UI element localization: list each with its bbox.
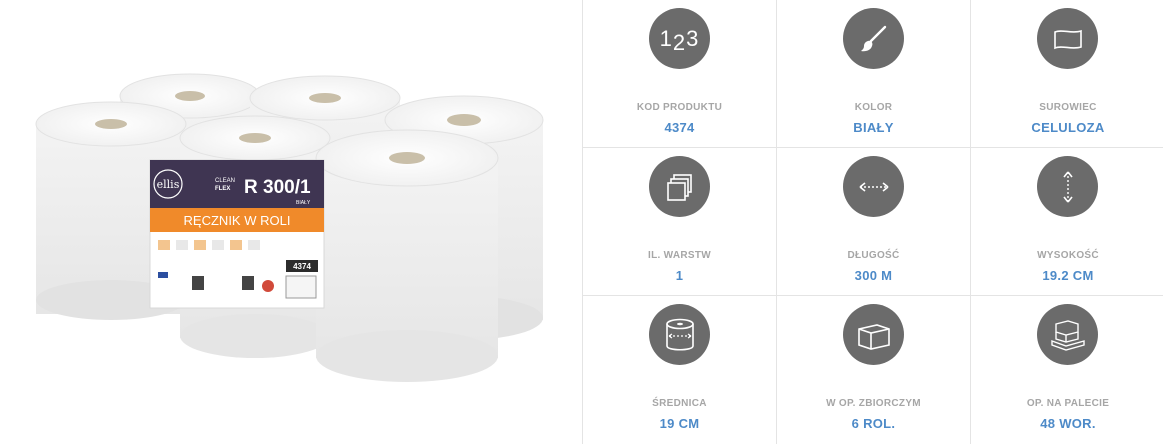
label-code-badge: 4374: [293, 262, 311, 271]
box-icon: [843, 304, 904, 365]
spec-material: SUROWIEC CELULOZA: [971, 0, 1163, 148]
icon-digits: 123: [659, 25, 700, 55]
spec-value: 19.2 CM: [1042, 268, 1094, 283]
label-model: R 300/1: [244, 177, 311, 198]
spec-pallet-quantity: OP. NA PALECIE 48 WOR.: [971, 296, 1163, 444]
spec-value: 19 CM: [659, 416, 700, 431]
spec-height: WYSOKOŚĆ 19.2 CM: [971, 148, 1163, 296]
label-product-name: RĘCZNIK W ROLI: [184, 213, 291, 228]
numbers-123-icon: 123: [649, 8, 710, 69]
roll-front-right: [315, 129, 499, 382]
pallet-icon: [1037, 304, 1098, 365]
spec-label: OP. NA PALECIE: [1026, 398, 1110, 409]
spec-value: 48 WOR.: [1040, 416, 1096, 431]
spec-label: DŁUGOŚĆ: [847, 250, 900, 261]
label-line-top: CLEAN: [215, 178, 235, 184]
spec-label: KOLOR: [854, 102, 893, 113]
spec-label: W OP. ZBIORCZYM: [826, 398, 921, 409]
spec-label: SUROWIEC: [1039, 102, 1097, 113]
product-label: ellis CLEAN FLEX R 300/1 BIAŁY RĘCZNIK W…: [149, 159, 325, 309]
product-image: ellis CLEAN FLEX R 300/1 BIAŁY RĘCZNIK W…: [0, 0, 582, 444]
brand-logo: ellis: [157, 178, 180, 191]
spec-value: CELULOZA: [1031, 120, 1105, 135]
spec-label: ŚREDNICA: [652, 398, 707, 409]
spec-label: KOD PRODUKTU: [636, 102, 723, 113]
spec-pack-quantity: W OP. ZBIORCZYM 6 ROL.: [777, 296, 971, 444]
spec-value: 4374: [664, 120, 695, 135]
spec-color: KOLOR BIAŁY: [777, 0, 971, 148]
paintbrush-icon: [843, 8, 904, 69]
spec-product-code: 123 KOD PRODUKTU 4374: [583, 0, 777, 148]
spec-value: 6 ROL.: [851, 416, 896, 431]
label-line-bottom: FLEX: [215, 186, 230, 192]
spec-value: 1: [675, 268, 684, 283]
spec-value: BIAŁY: [853, 120, 894, 135]
spec-length: DŁUGOŚĆ 300 M: [777, 148, 971, 296]
roll-diameter-icon: [649, 304, 710, 365]
spec-value: 300 M: [854, 268, 893, 283]
spec-diameter: ŚREDNICA 19 CM: [583, 296, 777, 444]
vertical-arrow-icon: [1037, 156, 1098, 217]
spec-label: WYSOKOŚĆ: [1037, 250, 1099, 261]
layers-stack-icon: [649, 156, 710, 217]
paper-towel-rolls-illustration: ellis CLEAN FLEX R 300/1 BIAŁY RĘCZNIK W…: [35, 73, 544, 382]
horizontal-arrow-icon: [843, 156, 904, 217]
paper-sheet-icon: [1037, 8, 1098, 69]
spec-label: IL. WARSTW: [648, 250, 711, 261]
label-color-small: BIAŁY: [296, 200, 311, 206]
spec-layers: IL. WARSTW 1: [583, 148, 777, 296]
specs-grid: 123 KOD PRODUKTU 4374 KOLOR BIAŁY SUROWI…: [582, 0, 1163, 444]
